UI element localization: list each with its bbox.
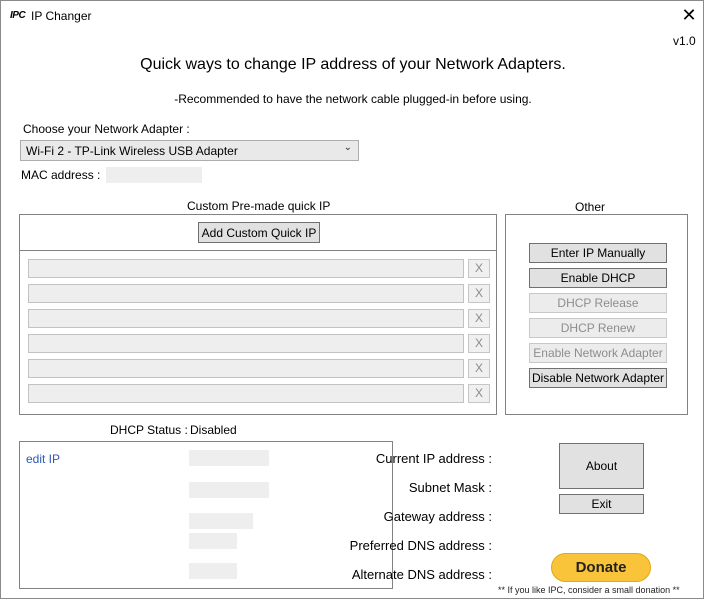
remove-quick-ip-button-1[interactable]: X <box>468 259 490 278</box>
chevron-down-icon: ⌄ <box>343 142 352 153</box>
current-ip-value <box>189 450 269 466</box>
edit-ip-link[interactable]: edit IP <box>26 452 60 466</box>
adapter-label: Choose your Network Adapter : <box>23 122 190 136</box>
mac-address-value <box>106 167 202 183</box>
disable-network-adapter-button[interactable]: Disable Network Adapter <box>529 368 667 388</box>
window-title: IP Changer <box>31 9 92 23</box>
quick-ip-slot-3[interactable] <box>28 309 464 328</box>
other-title: Other <box>575 200 606 214</box>
gateway-value <box>189 513 253 529</box>
remove-quick-ip-button-3[interactable]: X <box>468 309 490 328</box>
remove-quick-ip-button-4[interactable]: X <box>468 334 490 353</box>
dhcp-status-value: Disabled <box>190 423 237 437</box>
enable-network-adapter-button[interactable]: Enable Network Adapter <box>529 343 667 363</box>
quick-ip-slot-4[interactable] <box>28 334 464 353</box>
close-icon[interactable]: ✕ <box>679 4 699 26</box>
app-logo: IPC <box>10 10 26 21</box>
custom-quick-ip-title: Custom Pre-made quick IP <box>187 199 331 213</box>
alternate-dns-label: Alternate DNS address : <box>351 567 492 582</box>
subnet-mask-label: Subnet Mask : <box>408 480 492 495</box>
app-window: IPC IP Changer ✕ v1.0 Quick ways to chan… <box>0 0 704 599</box>
mac-address-label: MAC address : <box>21 168 101 182</box>
dhcp-release-button[interactable]: DHCP Release <box>529 293 667 313</box>
remove-quick-ip-button-5[interactable]: X <box>468 359 490 378</box>
dhcp-status-label: DHCP Status : <box>110 423 188 437</box>
remove-quick-ip-button-6[interactable]: X <box>468 384 490 403</box>
subnet-mask-value <box>189 482 269 498</box>
add-custom-quick-ip-button[interactable]: Add Custom Quick IP <box>198 222 320 243</box>
preferred-dns-label: Preferred DNS address : <box>349 538 492 553</box>
quick-ip-slot-2[interactable] <box>28 284 464 303</box>
donate-button[interactable]: Donate <box>551 553 651 582</box>
exit-button[interactable]: Exit <box>559 494 644 514</box>
quick-ip-slot-5[interactable] <box>28 359 464 378</box>
adapter-select-value: Wi-Fi 2 - TP-Link Wireless USB Adapter <box>26 144 238 158</box>
enter-ip-manually-button[interactable]: Enter IP Manually <box>529 243 667 263</box>
adapter-select[interactable]: Wi-Fi 2 - TP-Link Wireless USB Adapter ⌄ <box>20 140 359 161</box>
page-title: Quick ways to change IP address of your … <box>140 56 566 73</box>
about-button[interactable]: About <box>559 443 644 489</box>
page-subtitle: -Recommended to have the network cable p… <box>174 92 532 106</box>
gateway-label: Gateway address : <box>383 509 492 524</box>
quick-ip-slot-6[interactable] <box>28 384 464 403</box>
enable-dhcp-button[interactable]: Enable DHCP <box>529 268 667 288</box>
preferred-dns-value <box>189 533 237 549</box>
remove-quick-ip-button-2[interactable]: X <box>468 284 490 303</box>
alternate-dns-value <box>189 563 237 579</box>
dhcp-renew-button[interactable]: DHCP Renew <box>529 318 667 338</box>
version-label: v1.0 <box>673 34 696 48</box>
quick-ip-slot-1[interactable] <box>28 259 464 278</box>
donate-note: ** If you like IPC, consider a small don… <box>498 585 680 595</box>
current-ip-label: Current IP address : <box>375 451 492 466</box>
